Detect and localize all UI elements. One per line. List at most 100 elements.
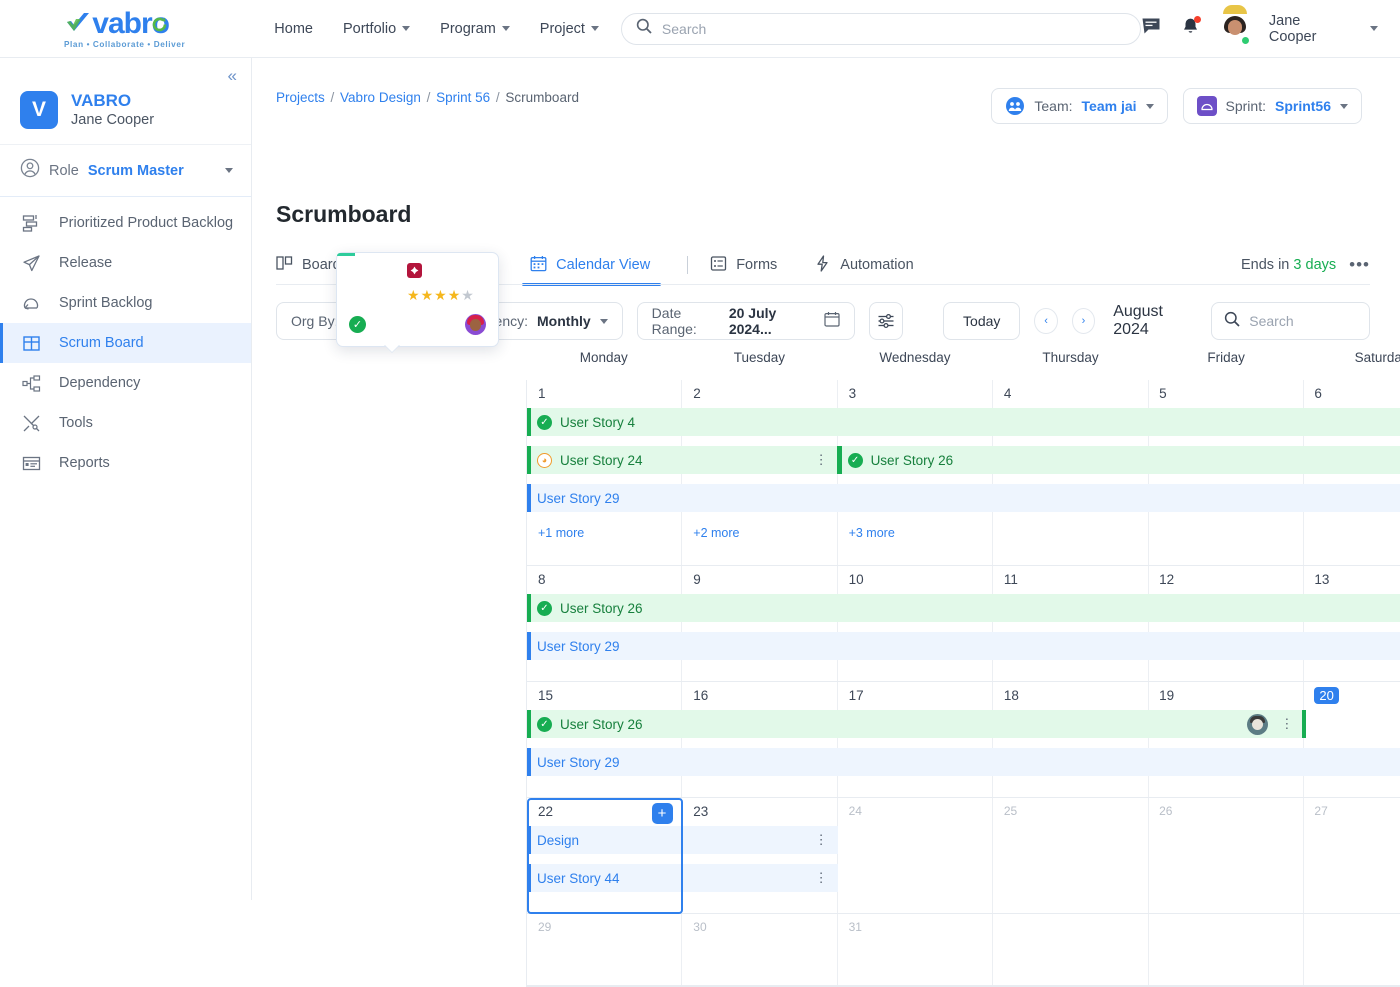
workspace-name: VABRO [71, 90, 154, 111]
event-title: User Story 4 [560, 415, 635, 430]
chevron-down-icon[interactable] [1340, 104, 1348, 109]
day-number: 5 [1148, 380, 1303, 408]
calendar-event[interactable]: ✓User Story 26⋮ [838, 446, 1400, 474]
calendar-event[interactable]: Design⋮ [527, 826, 838, 854]
sidebar-item-label: Reports [59, 455, 110, 471]
breadcrumb-current: Scrumboard [505, 90, 579, 105]
sidebar-item-scrum-board[interactable]: Scrum Board [0, 323, 251, 363]
event-title: User Story 29 [537, 755, 620, 770]
sidebar-item-tools[interactable]: Tools [0, 403, 251, 443]
calendar-event[interactable]: User Story 29»⋮ [527, 748, 1400, 776]
more-events-link[interactable]: +2 more [693, 526, 739, 540]
breadcrumb-sprint[interactable]: Sprint 56 [436, 90, 490, 105]
calendar-event[interactable]: ✓User Story 26»⋮ [527, 594, 1400, 622]
backlog-icon [21, 213, 41, 233]
chevron-down-icon[interactable] [1370, 26, 1378, 31]
calendar-event[interactable]: ✓User Story 26⋮ [527, 710, 1303, 738]
sidebar-item-sprint-backlog[interactable]: Sprint Backlog [0, 283, 251, 323]
search-input[interactable] [662, 21, 1126, 37]
online-status-dot [1241, 36, 1250, 45]
day-number: 9 [682, 566, 837, 594]
chevron-down-icon[interactable] [225, 168, 233, 173]
day-number: 19 [1148, 682, 1303, 710]
chevron-down-icon[interactable] [600, 319, 608, 324]
calendar-week: 1234567✓User Story 4⋮◕User Story 24⋮✓Use… [527, 380, 1400, 566]
check-circle-icon: ✓ [349, 316, 366, 333]
top-right-actions: Jane Cooper [1141, 13, 1400, 45]
breadcrumb-projects[interactable]: Projects [276, 90, 325, 105]
calendar-event[interactable]: User Story 29»⋮ [527, 632, 1400, 660]
day-number: 31 [838, 914, 993, 942]
board-icon [276, 255, 293, 276]
more-events-link[interactable]: +3 more [849, 526, 895, 540]
event-menu-icon[interactable]: ⋮ [815, 458, 828, 462]
priority-stars[interactable]: ★★★★★ [407, 287, 475, 305]
approver-avatar[interactable] [465, 314, 486, 335]
date-range-label: Date Range: [652, 305, 720, 337]
workspace-block[interactable]: V VABRO Jane Cooper [0, 58, 251, 145]
calendar-event[interactable]: ◕User Story 24⋮ [527, 446, 838, 474]
star-icon: ★ [434, 287, 448, 303]
user-circle-icon [20, 158, 40, 183]
event-assignee-avatar[interactable] [1247, 714, 1268, 735]
messages-icon[interactable] [1141, 16, 1161, 41]
calendar-event[interactable]: ✓User Story 4⋮ [527, 408, 1400, 436]
next-month-button[interactable]: › [1072, 308, 1095, 334]
chevron-down-icon [502, 26, 510, 31]
today-chip: 20 [1314, 687, 1338, 704]
chevron-down-icon[interactable] [1146, 104, 1154, 109]
topnav-item-program[interactable]: Program [440, 21, 510, 37]
sidebar-collapse-icon[interactable]: « [222, 62, 243, 90]
star-icon: ★ [461, 287, 475, 303]
team-selector[interactable]: Team: Team jai [991, 88, 1167, 124]
org-by-label: Org By: [291, 313, 338, 329]
sidebar-item-reports[interactable]: Reports [0, 443, 251, 483]
today-button[interactable]: Today [943, 302, 1020, 340]
day-number [993, 914, 1148, 942]
sidebar-item-label: Prioritized Product Backlog [59, 215, 233, 231]
avatar[interactable] [1220, 14, 1249, 44]
topnav-item-portfolio[interactable]: Portfolio [343, 21, 410, 37]
calendar-search-input[interactable] [1249, 313, 1357, 329]
sidebar-item-prioritized-product-backlog[interactable]: Prioritized Product Backlog [0, 203, 251, 243]
tooltip-approved-row: ✓ [349, 314, 486, 335]
event-menu-icon[interactable]: ⋮ [815, 838, 828, 842]
breadcrumb-project[interactable]: Vabro Design [340, 90, 421, 105]
event-menu-icon[interactable]: ⋮ [815, 876, 828, 880]
automation-icon [814, 255, 831, 276]
event-status-bar [527, 446, 531, 474]
sidebar-item-dependency[interactable]: Dependency [0, 363, 251, 403]
chevron-down-icon [591, 26, 599, 31]
role-selector[interactable]: Role Scrum Master [0, 145, 251, 197]
day-header-tuesday: Tuesday [682, 350, 838, 380]
calendar-search[interactable] [1211, 302, 1370, 340]
check-circle-icon: ✓ [848, 453, 863, 468]
calendar-event[interactable]: User Story 29⋮ [527, 484, 1400, 512]
notifications-icon[interactable] [1181, 17, 1200, 41]
topnav-label: Project [540, 21, 585, 37]
global-search[interactable] [621, 13, 1141, 45]
tab-forms[interactable]: Forms [710, 246, 792, 284]
calendar-event[interactable]: User Story 44⋮ [527, 864, 838, 892]
sidebar-item-label: Tools [59, 415, 93, 431]
sidebar-item-release[interactable]: Release [0, 243, 251, 283]
star-icon: ★ [448, 287, 462, 303]
prev-month-button[interactable]: ‹ [1034, 308, 1057, 334]
more-options-icon[interactable]: ••• [1349, 255, 1370, 275]
sprint-label: Sprint: [1226, 98, 1266, 114]
event-menu-icon[interactable]: ⋮ [1280, 722, 1293, 726]
app-logo[interactable]: vabro Plan • Collaborate • Deliver [0, 9, 249, 49]
sprint-selector[interactable]: Sprint: Sprint56 [1183, 88, 1362, 124]
topnav-item-project[interactable]: Project [540, 21, 599, 37]
more-events-link[interactable]: +1 more [538, 526, 584, 540]
tab-automation[interactable]: Automation [814, 246, 928, 284]
filter-settings-button[interactable] [869, 302, 903, 340]
tools-icon [21, 413, 41, 433]
date-range-value: 20 July 2024... [729, 305, 811, 337]
topnav-item-home[interactable]: Home [274, 21, 313, 37]
add-event-button[interactable]: + [652, 803, 673, 824]
calendar-picker-icon[interactable] [824, 311, 840, 332]
tab-calendar-view[interactable]: Calendar View [530, 246, 665, 284]
event-title: User Story 24 [560, 453, 643, 468]
date-range-select[interactable]: Date Range: 20 July 2024... [637, 302, 855, 340]
